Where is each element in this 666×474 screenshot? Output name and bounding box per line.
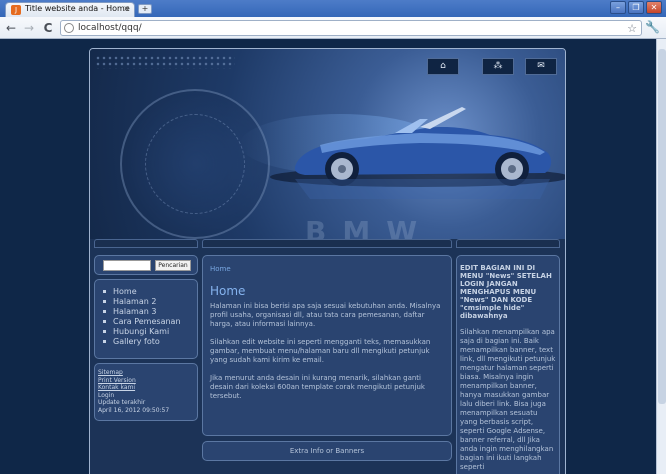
search-input[interactable] xyxy=(103,260,151,271)
right-column-cap xyxy=(456,239,560,248)
mail-icon[interactable]: ✉ xyxy=(525,58,557,75)
menu-item-label: Hubungi Kami xyxy=(113,326,170,336)
page-title: Home xyxy=(210,284,246,298)
scroll-thumb[interactable] xyxy=(658,49,666,404)
address-bar[interactable]: localhost/qqq/ ☆ xyxy=(60,20,642,36)
right-sidebar: EDIT BAGIAN INI DI MENU "News" SETELAH L… xyxy=(456,255,560,474)
main-content: Home Home Halaman ini bisa berisi apa sa… xyxy=(202,255,452,436)
favicon-icon: J xyxy=(11,5,21,15)
search-box: Pencarian xyxy=(94,255,198,275)
menu-item-halaman-3[interactable]: Halaman 3 xyxy=(103,306,197,316)
content-paragraph: Silahkan edit website ini seperti mengga… xyxy=(210,338,431,364)
menu-item-gallery-foto[interactable]: Gallery foto xyxy=(103,336,197,346)
menu-item-label: Gallery foto xyxy=(113,336,160,346)
breadcrumb[interactable]: Home xyxy=(210,265,444,273)
new-tab-button[interactable]: + xyxy=(138,4,152,14)
menu-item-label: Halaman 2 xyxy=(113,296,157,306)
vertical-scrollbar[interactable] xyxy=(656,39,666,474)
search-button[interactable]: Pencarian xyxy=(155,260,191,271)
brand-watermark: BMW xyxy=(305,215,434,239)
login-link[interactable]: Login xyxy=(98,392,197,400)
browser-toolbar: ← → C localhost/qqq/ ☆ 🔧 xyxy=(0,17,666,39)
sidebar-heading: EDIT BAGIAN INI DI MENU "News" SETELAH L… xyxy=(460,264,552,320)
menu-item-cara-pemesanan[interactable]: Cara Pemesanan xyxy=(103,316,197,326)
tab-close-icon[interactable]: × xyxy=(123,4,130,13)
car-illustration xyxy=(270,107,565,199)
bullet-icon xyxy=(103,299,106,303)
sidebar-text: Silahkan menampilkan apa saja di bagian … xyxy=(460,328,556,471)
main-column-cap xyxy=(202,239,452,248)
reload-button[interactable]: C xyxy=(40,20,56,36)
menu-item-halaman-2[interactable]: Halaman 2 xyxy=(103,296,197,306)
forward-button[interactable]: → xyxy=(21,20,37,36)
page-viewport: BMW ⌂ ⁂ ✉ Pencarian Home Halaman 2 Halam… xyxy=(0,39,666,474)
home-icon[interactable]: ⌂ xyxy=(427,58,459,75)
bullet-icon xyxy=(103,329,106,333)
menu-item-label: Cara Pemesanan xyxy=(113,316,181,326)
minimize-button[interactable]: – xyxy=(610,1,626,14)
bullet-icon xyxy=(103,339,106,343)
page-icon xyxy=(64,23,74,33)
main-menu: Home Halaman 2 Halaman 3 Cara Pemesanan … xyxy=(94,279,198,359)
bullet-icon xyxy=(103,309,106,313)
bullet-icon xyxy=(103,289,106,293)
bullet-icon xyxy=(103,319,106,323)
back-button[interactable]: ← xyxy=(3,20,19,36)
browser-tab[interactable]: J Title website anda - Home × xyxy=(5,2,135,17)
menu-item-label: Halaman 3 xyxy=(113,306,157,316)
wrench-menu-icon[interactable]: 🔧 xyxy=(645,20,660,34)
last-updated-label: Update terakhir xyxy=(98,399,146,406)
menu-item-hubungi-kami[interactable]: Hubungi Kami xyxy=(103,326,197,336)
extra-info-banner: Extra Info or Banners xyxy=(202,441,452,461)
restore-button[interactable]: ❐ xyxy=(628,1,644,14)
sitemap-icon[interactable]: ⁂ xyxy=(482,58,514,75)
window-controls: – ❐ ✕ xyxy=(610,1,662,14)
window-titlebar: J Title website anda - Home × + – ❐ ✕ xyxy=(0,0,666,17)
site-container: BMW ⌂ ⁂ ✉ Pencarian Home Halaman 2 Halam… xyxy=(89,48,566,474)
menu-item-home[interactable]: Home xyxy=(103,286,197,296)
last-updated-date: April 16, 2012 09:50:57 xyxy=(98,406,170,414)
bookmark-star-icon[interactable]: ☆ xyxy=(627,22,637,35)
left-column-cap xyxy=(94,239,198,248)
content-paragraph: Jika menurut anda desain ini kurang mena… xyxy=(210,374,425,400)
sitemap-link[interactable]: Sitemap xyxy=(98,369,197,377)
menu-item-label: Home xyxy=(113,286,137,296)
site-header: BMW ⌂ ⁂ ✉ xyxy=(90,49,565,239)
content-paragraph: Halaman ini bisa berisi apa saja sesuai … xyxy=(210,302,441,328)
close-window-button[interactable]: ✕ xyxy=(646,1,662,14)
tab-title: Title website anda - Home xyxy=(25,4,130,13)
footer-links: Sitemap Print Version Kontak kami Login … xyxy=(94,363,198,421)
print-version-link[interactable]: Print Version xyxy=(98,377,197,385)
url-text[interactable]: localhost/qqq/ xyxy=(78,23,142,33)
content-text: Halaman ini bisa berisi apa saja sesuai … xyxy=(210,302,444,401)
contact-link[interactable]: Kontak kami xyxy=(98,384,197,392)
